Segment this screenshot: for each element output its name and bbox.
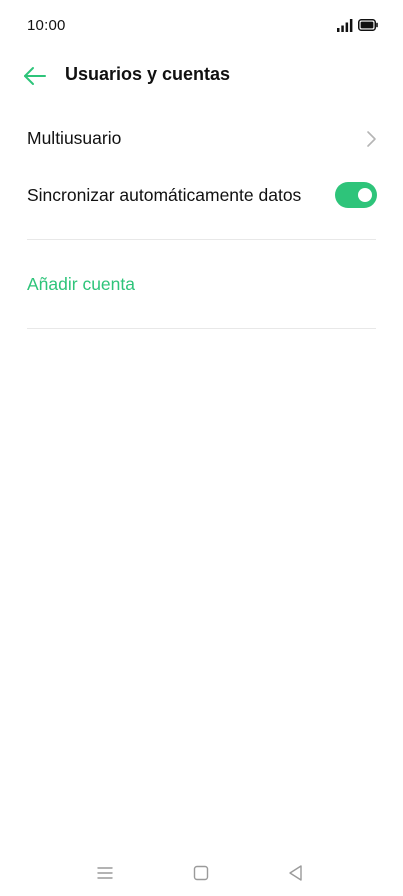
toggle-knob: [358, 188, 372, 202]
battery-full-icon: [358, 19, 378, 31]
add-account-label: Añadir cuenta: [27, 274, 135, 294]
arrow-left-icon[interactable]: [22, 65, 48, 87]
app-bar: Usuarios y cuentas: [0, 52, 403, 102]
add-account-row[interactable]: Añadir cuenta: [0, 258, 403, 310]
chevron-right-icon: [367, 131, 376, 147]
menu-icon[interactable]: [94, 862, 116, 884]
divider: [27, 239, 376, 240]
back-icon[interactable]: [285, 862, 307, 884]
auto-sync-row: Sincronizar automáticamente datos: [0, 168, 403, 222]
page-title: Usuarios y cuentas: [65, 64, 231, 84]
auto-sync-toggle[interactable]: [335, 182, 377, 208]
screen: 10:00 Usuarios y cuentas Multiusuario Si…: [0, 0, 403, 896]
multiuser-row[interactable]: Multiusuario: [0, 113, 403, 165]
navigation-bar: [0, 850, 403, 896]
status-time: 10:00: [27, 17, 66, 34]
multiuser-label: Multiusuario: [27, 128, 122, 148]
signal-bars-icon: [337, 19, 353, 32]
auto-sync-label: Sincronizar automáticamente datos: [27, 185, 302, 205]
status-bar: 10:00: [0, 0, 403, 52]
home-icon[interactable]: [190, 862, 212, 884]
divider: [27, 328, 376, 329]
